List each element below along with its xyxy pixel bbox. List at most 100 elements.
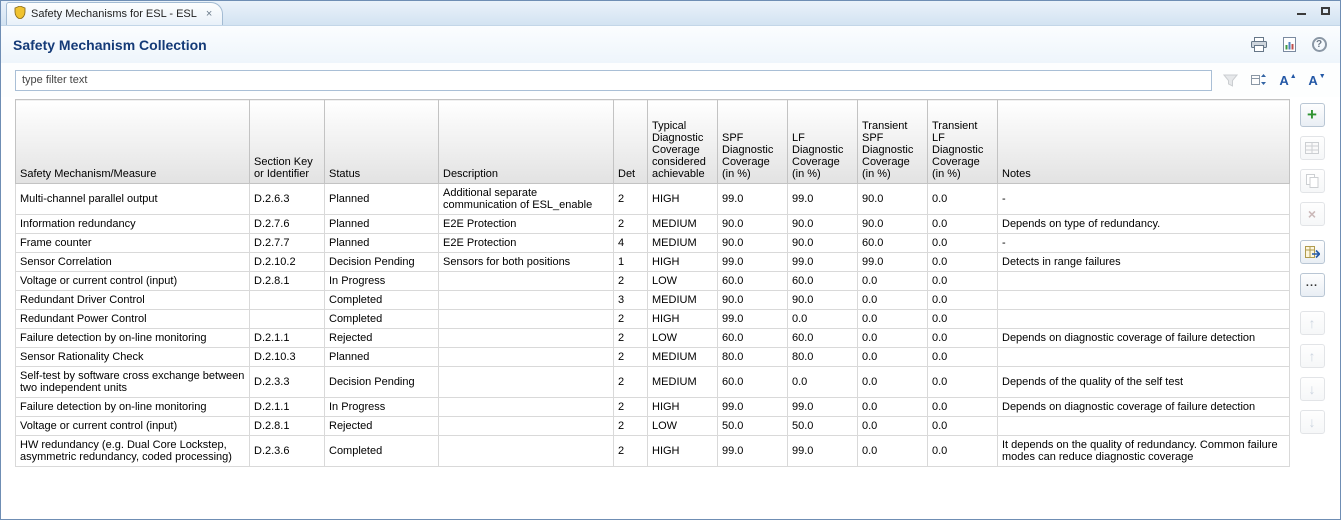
table-cell[interactable]: Depends of the quality of the self test [998, 367, 1290, 398]
move-up-button[interactable]: ↑ [1300, 344, 1325, 368]
table-cell[interactable]: 0.0 [928, 234, 998, 253]
decrease-font-button[interactable]: A▼ [1306, 70, 1328, 90]
tab-close-icon[interactable]: × [206, 8, 212, 20]
table-row[interactable]: Failure detection by on-line monitoringD… [16, 398, 1290, 417]
table-cell[interactable]: Self-test by software cross exchange bet… [16, 367, 250, 398]
increase-font-button[interactable]: A▲ [1277, 70, 1299, 90]
table-cell[interactable]: Sensor Rationality Check [16, 348, 250, 367]
table-cell[interactable]: 0.0 [928, 348, 998, 367]
move-down-button[interactable]: ↓ [1300, 377, 1325, 401]
table-row[interactable]: Redundant Driver ControlCompleted3MEDIUM… [16, 291, 1290, 310]
table-cell[interactable]: 0.0 [858, 417, 928, 436]
table-cell[interactable]: 0.0 [858, 329, 928, 348]
table-cell[interactable] [439, 398, 614, 417]
table-cell[interactable]: Failure detection by on-line monitoring [16, 398, 250, 417]
table-cell[interactable]: 99.0 [718, 310, 788, 329]
table-cell[interactable]: 2 [614, 367, 648, 398]
table-cell[interactable]: 99.0 [788, 253, 858, 272]
table-cell[interactable]: Sensor Correlation [16, 253, 250, 272]
table-cell[interactable]: 0.0 [788, 310, 858, 329]
table-cell[interactable]: MEDIUM [648, 234, 718, 253]
table-cell[interactable]: 99.0 [718, 436, 788, 467]
table-cell[interactable]: HIGH [648, 253, 718, 272]
table-cell[interactable] [439, 310, 614, 329]
column-header[interactable]: SPF Diagnostic Coverage (in %) [718, 100, 788, 184]
table-cell[interactable]: D.2.8.1 [250, 272, 325, 291]
table-cell[interactable]: 2 [614, 310, 648, 329]
table-cell[interactable]: Redundant Driver Control [16, 291, 250, 310]
table-row[interactable]: Sensor CorrelationD.2.10.2Decision Pendi… [16, 253, 1290, 272]
table-cell[interactable]: 99.0 [788, 436, 858, 467]
table-cell[interactable]: 60.0 [788, 272, 858, 291]
table-cell[interactable]: D.2.3.3 [250, 367, 325, 398]
table-cell[interactable]: Rejected [325, 417, 439, 436]
export-button[interactable] [1300, 240, 1325, 264]
add-table-row-button[interactable] [1300, 136, 1325, 160]
table-cell[interactable]: 60.0 [858, 234, 928, 253]
table-cell[interactable] [439, 367, 614, 398]
table-cell[interactable]: HIGH [648, 184, 718, 215]
table-cell[interactable]: Sensors for both positions [439, 253, 614, 272]
minimize-button[interactable] [1294, 5, 1308, 17]
table-cell[interactable]: Planned [325, 234, 439, 253]
table-cell[interactable]: 0.0 [928, 417, 998, 436]
table-cell[interactable] [250, 310, 325, 329]
table-cell[interactable]: 0.0 [928, 367, 998, 398]
table-cell[interactable]: In Progress [325, 272, 439, 291]
column-header[interactable]: Section Key or Identifier [250, 100, 325, 184]
table-cell[interactable]: MEDIUM [648, 348, 718, 367]
table-cell[interactable]: 0.0 [928, 291, 998, 310]
table-cell[interactable]: D.2.1.1 [250, 398, 325, 417]
table-cell[interactable]: Voltage or current control (input) [16, 417, 250, 436]
table-cell[interactable]: 1 [614, 253, 648, 272]
more-options-button[interactable]: ... [1300, 273, 1325, 297]
table-cell[interactable]: 0.0 [858, 310, 928, 329]
table-row[interactable]: Multi-channel parallel outputD.2.6.3Plan… [16, 184, 1290, 215]
table-cell[interactable]: 60.0 [718, 329, 788, 348]
table-cell[interactable]: Additional separate communication of ESL… [439, 184, 614, 215]
table-row[interactable]: Voltage or current control (input)D.2.8.… [16, 272, 1290, 291]
table-cell[interactable] [439, 272, 614, 291]
maximize-button[interactable] [1318, 5, 1332, 17]
table-cell[interactable]: 0.0 [788, 367, 858, 398]
table-cell[interactable] [439, 348, 614, 367]
column-header[interactable]: Notes [998, 100, 1290, 184]
table-cell[interactable] [998, 272, 1290, 291]
table-cell[interactable]: D.2.10.3 [250, 348, 325, 367]
table-cell[interactable]: Decision Pending [325, 367, 439, 398]
table-row[interactable]: HW redundancy (e.g. Dual Core Lockstep, … [16, 436, 1290, 467]
table-cell[interactable]: 90.0 [718, 234, 788, 253]
table-cell[interactable]: 0.0 [858, 291, 928, 310]
column-header[interactable]: Safety Mechanism/Measure [16, 100, 250, 184]
table-cell[interactable]: Multi-channel parallel output [16, 184, 250, 215]
table-cell[interactable]: Redundant Power Control [16, 310, 250, 329]
table-cell[interactable]: D.2.7.7 [250, 234, 325, 253]
column-header[interactable]: Det [614, 100, 648, 184]
table-cell[interactable]: In Progress [325, 398, 439, 417]
table-row[interactable]: Frame counterD.2.7.7PlannedE2E Protectio… [16, 234, 1290, 253]
table-cell[interactable]: 90.0 [858, 215, 928, 234]
table-cell[interactable]: - [998, 234, 1290, 253]
delete-button[interactable]: × [1300, 202, 1325, 226]
table-cell[interactable]: 0.0 [928, 272, 998, 291]
copy-button[interactable] [1300, 169, 1325, 193]
table-cell[interactable]: Rejected [325, 329, 439, 348]
clear-filter-button[interactable] [1219, 70, 1241, 90]
table-cell[interactable]: Completed [325, 291, 439, 310]
table-cell[interactable]: Information redundancy [16, 215, 250, 234]
table-cell[interactable] [439, 329, 614, 348]
table-row[interactable]: Sensor Rationality CheckD.2.10.3Planned2… [16, 348, 1290, 367]
table-cell[interactable]: Decision Pending [325, 253, 439, 272]
table-cell[interactable]: 2 [614, 398, 648, 417]
table-cell[interactable]: MEDIUM [648, 291, 718, 310]
table-cell[interactable]: D.2.6.3 [250, 184, 325, 215]
table-cell[interactable]: 99.0 [718, 398, 788, 417]
table-cell[interactable]: 90.0 [788, 291, 858, 310]
table-cell[interactable]: 60.0 [718, 272, 788, 291]
table-cell[interactable]: 2 [614, 436, 648, 467]
table-row[interactable]: Redundant Power ControlCompleted2HIGH99.… [16, 310, 1290, 329]
table-cell[interactable]: E2E Protection [439, 234, 614, 253]
report-button[interactable] [1278, 35, 1300, 55]
table-cell[interactable]: E2E Protection [439, 215, 614, 234]
print-button[interactable] [1248, 35, 1270, 55]
